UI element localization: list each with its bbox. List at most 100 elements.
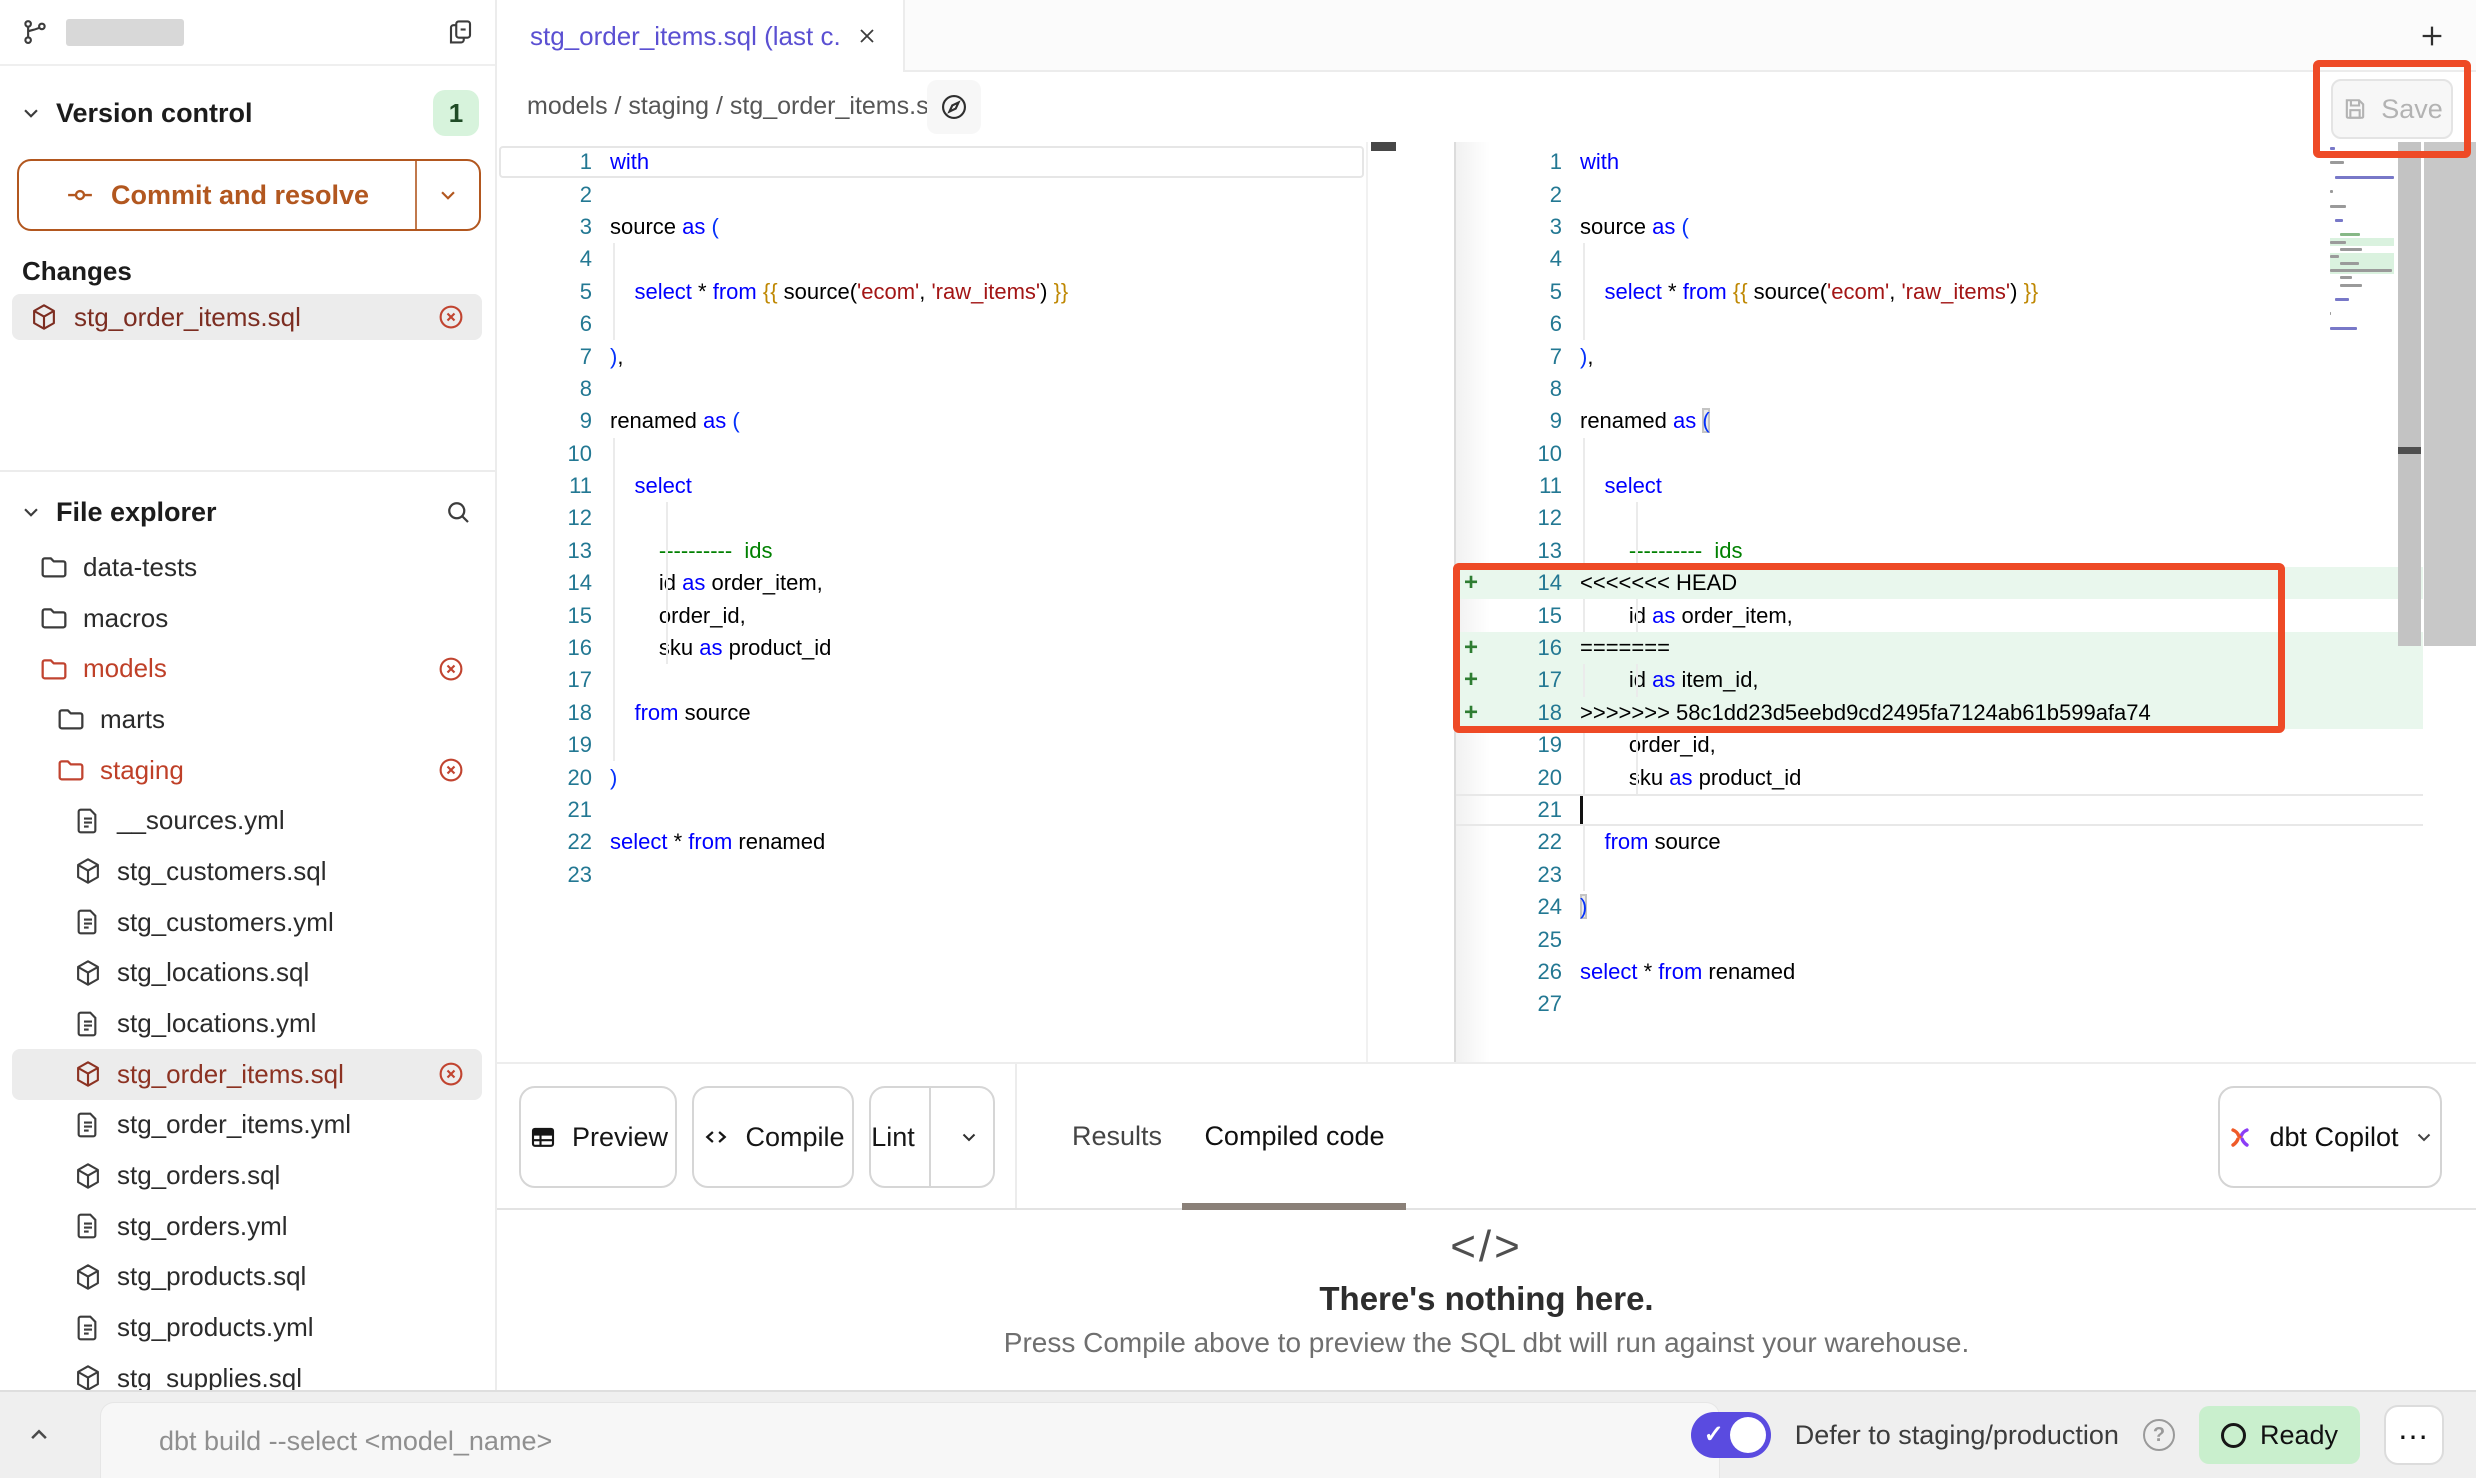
code-line-1[interactable]: 1with	[497, 146, 1368, 178]
file-item-staging[interactable]: staging	[12, 745, 482, 796]
new-tab-button[interactable]	[2416, 20, 2448, 52]
code-line-5[interactable]: 5 select * from {{ source('ecom', 'raw_i…	[1456, 276, 2423, 308]
code-line-12[interactable]: 12	[497, 502, 1368, 534]
code-line-9[interactable]: 9renamed as (	[1456, 405, 2423, 437]
code-line-11[interactable]: 11 select	[1456, 470, 2423, 502]
change-item-stg_order_items.sql[interactable]: stg_order_items.sql	[12, 294, 482, 340]
close-icon[interactable]	[855, 24, 879, 48]
help-icon[interactable]: ?	[2143, 1419, 2175, 1451]
file-item-stg_locations.sql[interactable]: stg_locations.sql	[12, 948, 482, 999]
original-code-pane[interactable]: 1with23source as (45 select * from {{ so…	[497, 146, 1368, 891]
preview-button[interactable]: Preview	[519, 1086, 677, 1188]
code-line-19[interactable]: 19	[497, 729, 1368, 761]
file-item-stg_customers.yml[interactable]: stg_customers.yml	[12, 897, 482, 948]
code-line-22[interactable]: 22select * from renamed	[497, 826, 1368, 858]
code-line-14[interactable]: 14 id as order_item,	[497, 567, 1368, 599]
code-line-12[interactable]: 12	[1456, 502, 2423, 534]
code-line-16[interactable]: +16=======	[1456, 632, 2423, 664]
code-line-20[interactable]: 20)	[497, 761, 1368, 793]
code-line-10[interactable]: 10	[1456, 438, 2423, 470]
code-line-27[interactable]: 27	[1456, 988, 2423, 1020]
command-input[interactable]	[100, 1402, 1720, 1478]
file-item-stg_locations.yml[interactable]: stg_locations.yml	[12, 998, 482, 1049]
code-line-17[interactable]: +17 id as item_id,	[1456, 664, 2423, 696]
code-line-6[interactable]: 6	[497, 308, 1368, 340]
code-line-22[interactable]: 22 from source	[1456, 826, 2423, 858]
commit-options-chevron[interactable]	[417, 161, 479, 229]
code-line-21[interactable]: 21	[497, 794, 1368, 826]
file-item-macros[interactable]: macros	[12, 593, 482, 644]
discard-change-icon[interactable]	[436, 755, 466, 785]
code-line-18[interactable]: +18>>>>>>> 58c1dd23d5eebd9cd2495fa7124ab…	[1456, 697, 2423, 729]
overview-scrollbar[interactable]	[2424, 142, 2476, 646]
editor-scrollbar-thumb[interactable]	[2398, 447, 2421, 454]
code-line-8[interactable]: 8	[497, 373, 1368, 405]
code-line-9[interactable]: 9renamed as (	[497, 405, 1368, 437]
file-item-stg_orders.yml[interactable]: stg_orders.yml	[12, 1201, 482, 1252]
branch-name-redacted[interactable]	[66, 19, 184, 46]
code-line-1[interactable]: 1with	[1456, 146, 2423, 178]
code-line-13[interactable]: 13 ---------- ids	[1456, 535, 2423, 567]
tab-stg-order-items[interactable]: stg_order_items.sql (last c...	[497, 0, 905, 72]
code-line-3[interactable]: 3source as (	[1456, 211, 2423, 243]
lint-label[interactable]: Lint	[871, 1088, 915, 1186]
code-line-17[interactable]: 17	[497, 664, 1368, 696]
chevron-down-icon[interactable]	[18, 100, 44, 126]
code-line-15[interactable]: 15 order_id,	[497, 599, 1368, 631]
file-item-stg_order_items.yml[interactable]: stg_order_items.yml	[12, 1100, 482, 1151]
code-line-19[interactable]: 19 order_id,	[1456, 729, 2423, 761]
code-line-18[interactable]: 18 from source	[497, 697, 1368, 729]
lineage-icon[interactable]	[927, 80, 981, 134]
code-line-24[interactable]: 24)	[1456, 891, 2423, 923]
more-options-button[interactable]: …	[2384, 1405, 2444, 1465]
save-button[interactable]: Save	[2331, 79, 2453, 139]
file-item-data-tests[interactable]: data-tests	[12, 542, 482, 593]
tab-results[interactable]: Results	[1067, 1064, 1167, 1208]
code-line-6[interactable]: 6	[1456, 308, 2423, 340]
code-line-4[interactable]: 4	[497, 243, 1368, 275]
editor-scrollbar[interactable]	[2398, 142, 2421, 646]
file-item-marts[interactable]: marts	[12, 694, 482, 745]
chevron-up-icon[interactable]	[24, 1420, 54, 1450]
dbt-copilot-button[interactable]: dbt Copilot	[2218, 1086, 2442, 1188]
compile-button[interactable]: Compile	[692, 1086, 854, 1188]
code-line-5[interactable]: 5 select * from {{ source('ecom', 'raw_i…	[497, 276, 1368, 308]
discard-change-icon[interactable]	[436, 302, 466, 332]
file-item-stg_products.sql[interactable]: stg_products.sql	[12, 1252, 482, 1303]
code-line-8[interactable]: 8	[1456, 373, 2423, 405]
search-icon[interactable]	[443, 497, 473, 527]
code-line-4[interactable]: 4	[1456, 243, 2423, 275]
ready-status-badge[interactable]: Ready	[2199, 1406, 2360, 1464]
code-line-2[interactable]: 2	[1456, 178, 2423, 210]
code-line-20[interactable]: 20 sku as product_id	[1456, 761, 2423, 793]
tab-compiled-code[interactable]: Compiled code	[1202, 1064, 1387, 1208]
file-item-stg_orders.sql[interactable]: stg_orders.sql	[12, 1150, 482, 1201]
code-line-14[interactable]: +14<<<<<<< HEAD	[1456, 567, 2423, 599]
file-item-stg_customers.sql[interactable]: stg_customers.sql	[12, 846, 482, 897]
file-item-__sources.yml[interactable]: __sources.yml	[12, 795, 482, 846]
code-line-23[interactable]: 23	[497, 859, 1368, 891]
defer-toggle[interactable]: ✓	[1691, 1412, 1771, 1458]
left-scrollbar-track[interactable]	[1366, 142, 1368, 1062]
lint-options-chevron[interactable]	[945, 1088, 993, 1186]
discard-change-icon[interactable]	[436, 1059, 466, 1089]
code-line-23[interactable]: 23	[1456, 859, 2423, 891]
code-line-21[interactable]: 21	[1456, 794, 2423, 826]
copy-docs-icon[interactable]	[445, 17, 475, 47]
lint-button[interactable]: Lint	[869, 1086, 995, 1188]
code-line-26[interactable]: 26select * from renamed	[1456, 956, 2423, 988]
code-line-11[interactable]: 11 select	[497, 470, 1368, 502]
code-line-7[interactable]: 7),	[1456, 340, 2423, 372]
code-line-3[interactable]: 3source as (	[497, 211, 1368, 243]
code-line-13[interactable]: 13 ---------- ids	[497, 535, 1368, 567]
git-branch-icon[interactable]	[20, 17, 50, 47]
left-scrollbar-thumb[interactable]	[1371, 142, 1396, 151]
code-line-10[interactable]: 10	[497, 438, 1368, 470]
code-line-15[interactable]: 15 id as order_item,	[1456, 599, 2423, 631]
code-line-16[interactable]: 16 sku as product_id	[497, 632, 1368, 664]
chevron-down-icon[interactable]	[18, 499, 44, 525]
code-line-2[interactable]: 2	[497, 178, 1368, 210]
file-item-stg_order_items.sql[interactable]: stg_order_items.sql	[12, 1049, 482, 1100]
code-line-7[interactable]: 7),	[497, 340, 1368, 372]
file-item-stg_products.yml[interactable]: stg_products.yml	[12, 1302, 482, 1353]
